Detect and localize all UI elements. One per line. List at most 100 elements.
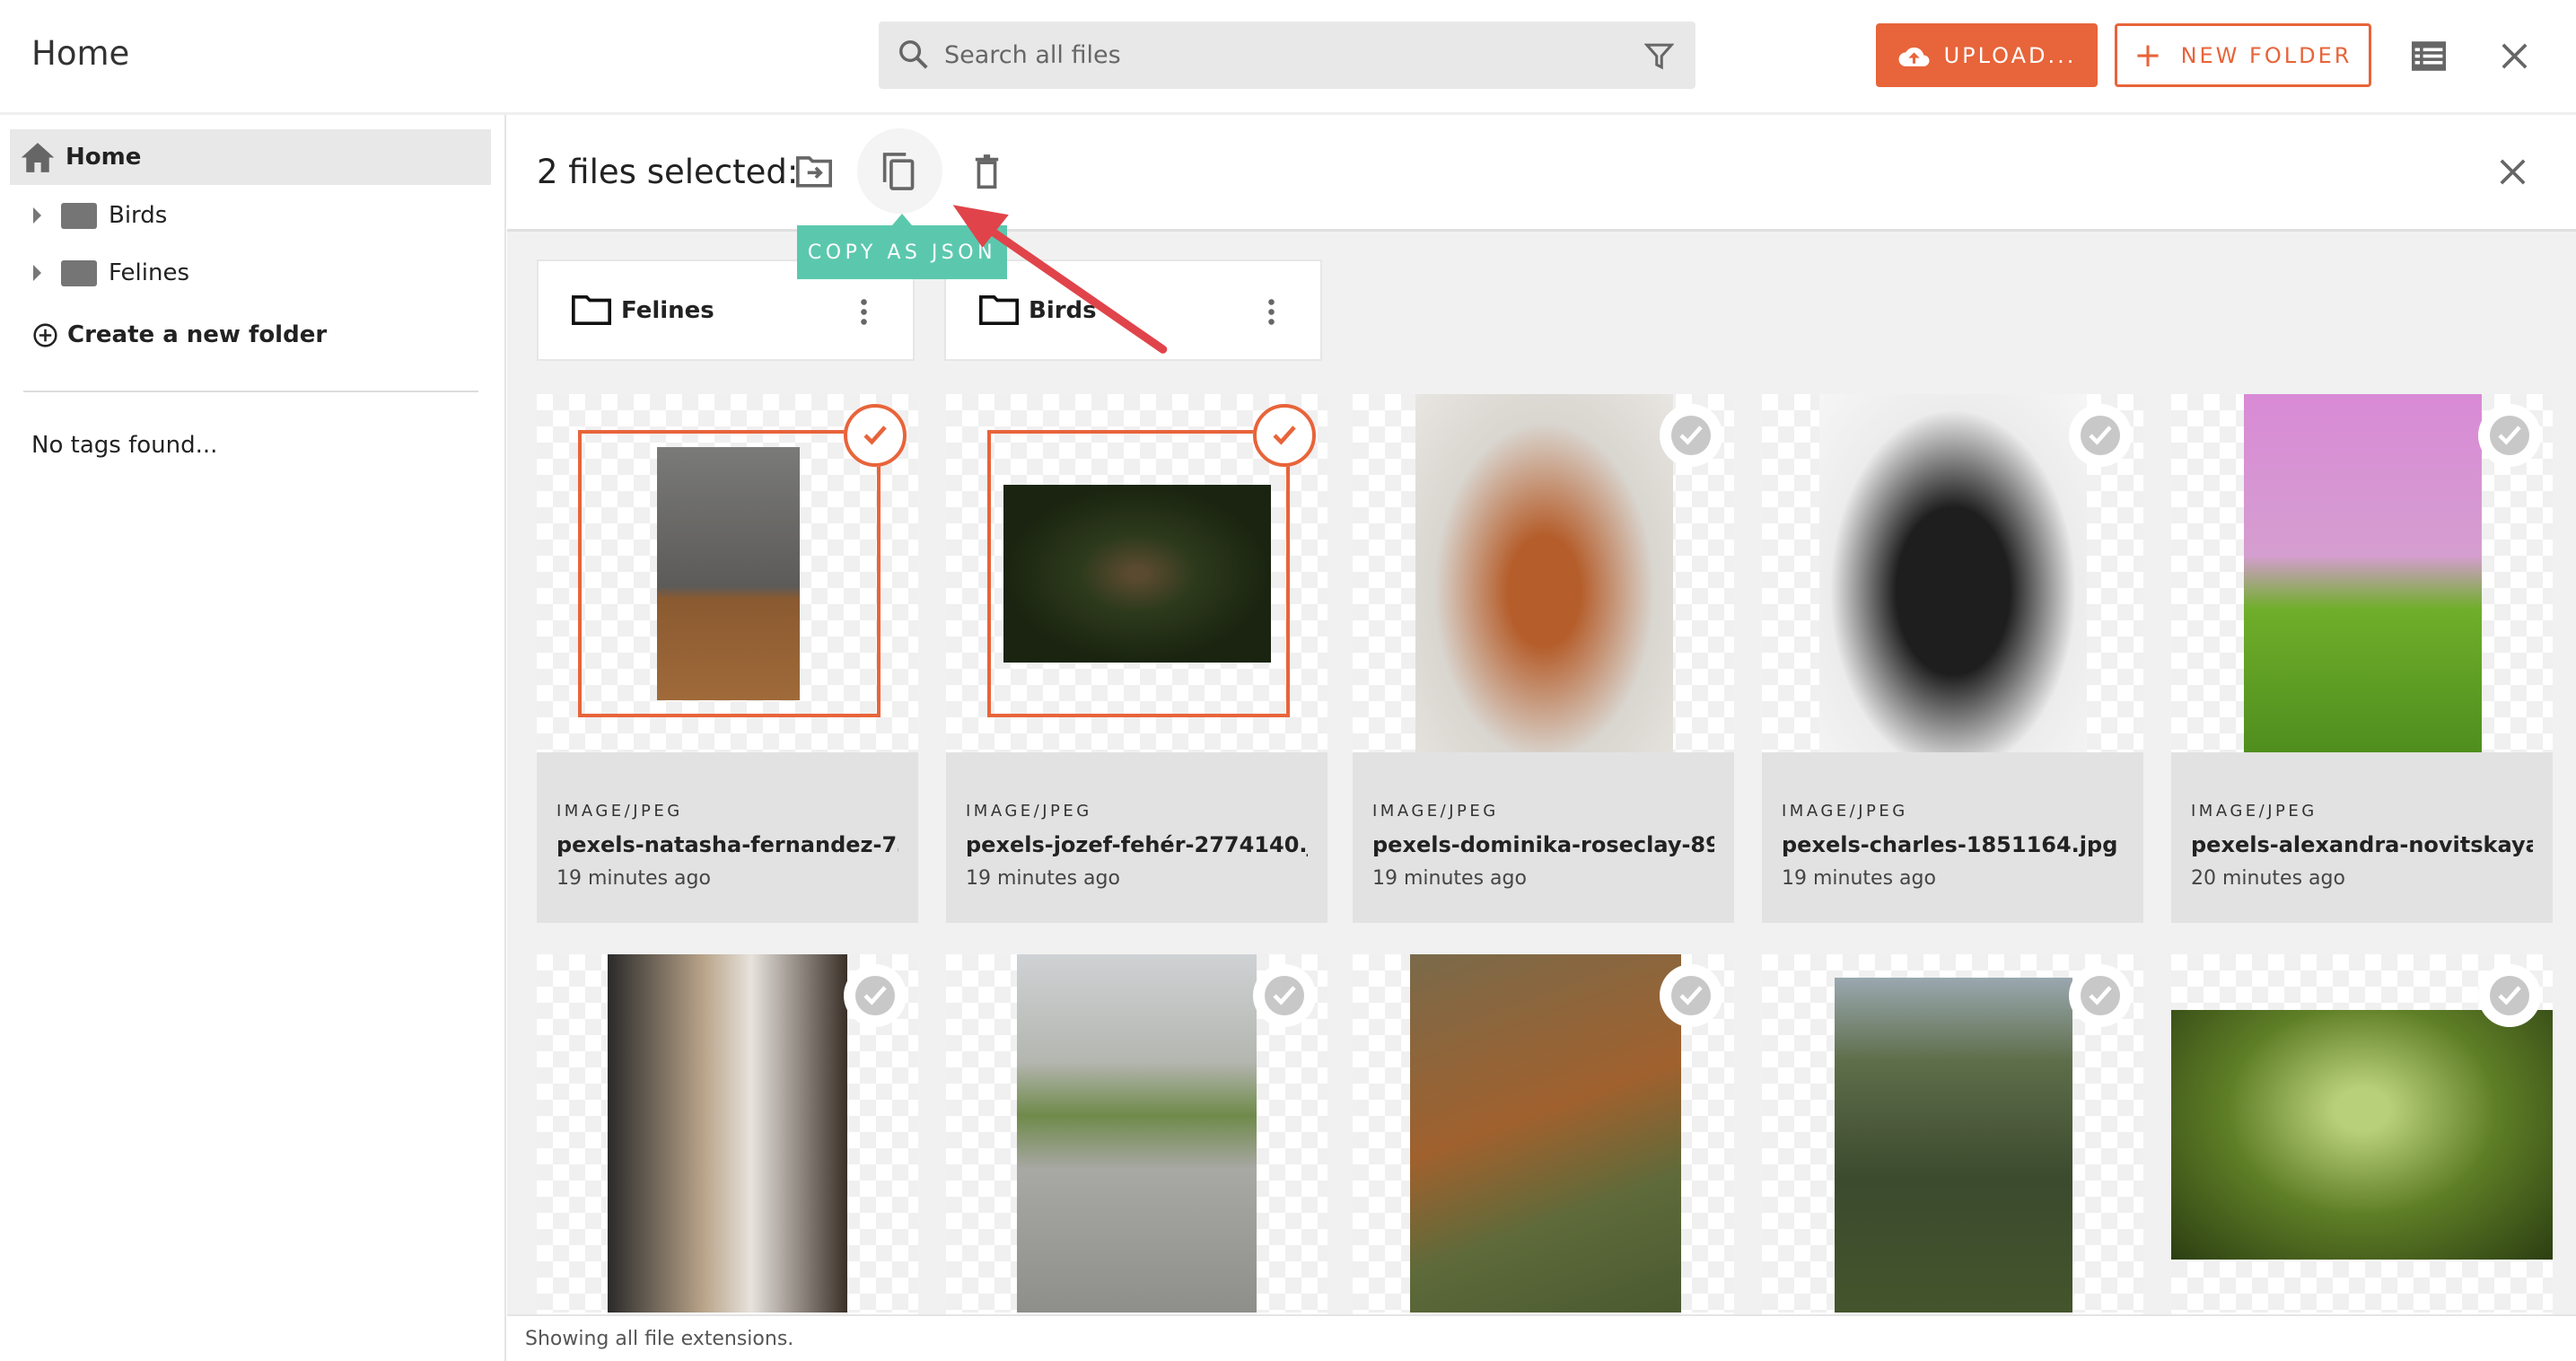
select-checkbox[interactable] (1660, 964, 1722, 1027)
file-name: pexels-charles-1851164.jpg (1782, 832, 2118, 857)
check-icon (2490, 416, 2529, 455)
more-options-icon[interactable] (1268, 297, 1275, 327)
photo (2244, 394, 2482, 752)
file-info: IMAGE/JPEG pexels-dominika-roseclay-8952.… (1353, 752, 1734, 923)
selection-outline (578, 430, 881, 717)
check-icon (1671, 976, 1711, 1015)
photo (2171, 1010, 2553, 1260)
file-card[interactable] (1762, 954, 2143, 1314)
selection-count: 2 files selected: (537, 153, 799, 191)
sidebar-item-label: Birds (109, 202, 168, 229)
file-name: pexels-natasha-fernandez-733... (556, 832, 898, 857)
folder-icon (572, 295, 611, 325)
file-thumbnail (1762, 954, 2143, 1313)
home-icon (21, 142, 55, 172)
move-to-folder-icon[interactable] (796, 154, 832, 188)
check-icon (2490, 976, 2529, 1015)
trash-icon[interactable] (974, 154, 1000, 190)
close-icon[interactable] (2502, 43, 2528, 69)
file-time: 20 minutes ago (2191, 867, 2345, 890)
file-card[interactable]: IMAGE/JPEG pexels-natasha-fernandez-733..… (537, 394, 918, 923)
sidebar: Home Birds Felines Create a new folder N… (0, 115, 506, 1361)
file-type: IMAGE/JPEG (1372, 802, 1499, 821)
file-card[interactable]: IMAGE/JPEG pexels-jozef-fehér-2774140.jpg… (946, 394, 1327, 923)
select-checkbox[interactable] (1660, 404, 1722, 467)
expand-icon[interactable] (33, 207, 41, 224)
select-checkbox[interactable] (1253, 964, 1316, 1027)
file-card[interactable]: IMAGE/JPEG pexels-alexandra-novitskaya-2.… (2171, 394, 2553, 923)
select-checkbox[interactable] (2478, 404, 2541, 467)
file-thumbnail (1353, 394, 1734, 752)
file-card[interactable] (1353, 954, 1734, 1314)
file-thumbnail (537, 954, 918, 1313)
select-checkbox[interactable] (2478, 964, 2541, 1027)
file-thumbnail (2171, 394, 2553, 752)
file-type: IMAGE/JPEG (2191, 802, 2318, 821)
select-checkbox[interactable] (1253, 404, 1316, 467)
select-checkbox[interactable] (844, 964, 907, 1027)
selection-toolbar: 2 files selected: (507, 115, 2576, 232)
check-icon (1671, 416, 1711, 455)
sidebar-item-birds[interactable]: Birds (10, 188, 491, 243)
sidebar-item-label: Home (66, 144, 142, 171)
photo (1415, 394, 1673, 752)
file-time: 19 minutes ago (966, 867, 1120, 890)
search-placeholder: Search all files (944, 41, 1121, 69)
new-folder-button[interactable]: + NEW FOLDER (2115, 23, 2371, 87)
select-checkbox[interactable] (2069, 404, 2132, 467)
photo (1835, 978, 2072, 1313)
status-bar: Showing all file extensions. (507, 1314, 2576, 1361)
more-options-icon[interactable] (861, 297, 867, 327)
photo (1819, 394, 2087, 752)
expand-icon[interactable] (33, 265, 41, 281)
clear-selection-icon[interactable] (2500, 159, 2526, 185)
copy-icon (882, 153, 915, 190)
select-checkbox[interactable] (844, 404, 907, 467)
file-card[interactable]: IMAGE/JPEG pexels-charles-1851164.jpg 19 m… (1762, 394, 2143, 923)
search-input[interactable]: Search all files (879, 22, 1695, 89)
search-icon (899, 40, 928, 69)
add-circle-icon (33, 322, 57, 347)
file-thumbnail (946, 954, 1327, 1313)
file-type: IMAGE/JPEG (966, 802, 1092, 821)
file-type: IMAGE/JPEG (1782, 802, 1908, 821)
upload-label: UPLOAD... (1943, 42, 2077, 68)
file-info: IMAGE/JPEG pexels-charles-1851164.jpg 19 m… (1762, 752, 2143, 923)
file-info: IMAGE/JPEG pexels-jozef-fehér-2774140.jpg… (946, 752, 1327, 923)
filter-icon[interactable] (1644, 41, 1674, 71)
folder-name: Felines (621, 296, 714, 324)
file-card[interactable] (2171, 954, 2553, 1314)
copy-json-button[interactable] (857, 128, 942, 214)
file-card[interactable] (946, 954, 1327, 1314)
file-time: 19 minutes ago (556, 867, 711, 890)
sidebar-item-home[interactable]: Home (10, 129, 491, 185)
file-card[interactable]: IMAGE/JPEG pexels-dominika-roseclay-8952.… (1353, 394, 1734, 923)
list-view-icon[interactable] (2412, 41, 2446, 71)
sidebar-item-label: Felines (109, 259, 189, 286)
check-icon (1265, 976, 1304, 1015)
photo (1017, 954, 1257, 1313)
file-thumbnail (2171, 954, 2553, 1313)
file-browser: Felines Birds IMAGE/JPEG pexels-natasha-f… (507, 232, 2576, 1314)
create-folder-link[interactable]: Create a new folder (10, 307, 491, 363)
file-card[interactable] (537, 954, 918, 1314)
page-title: Home (31, 34, 130, 73)
photo (608, 954, 847, 1313)
file-thumbnail (1762, 394, 2143, 752)
file-info: IMAGE/JPEG pexels-natasha-fernandez-733..… (537, 752, 918, 923)
annotation-arrow (952, 205, 1168, 354)
divider (23, 391, 478, 392)
sidebar-item-felines[interactable]: Felines (10, 245, 491, 301)
file-info: IMAGE/JPEG pexels-alexandra-novitskaya-2.… (2171, 752, 2553, 923)
file-thumbnail (946, 394, 1327, 752)
upload-button[interactable]: UPLOAD... (1876, 23, 2098, 87)
check-icon (855, 976, 895, 1015)
file-name: pexels-alexandra-novitskaya-2... (2191, 832, 2533, 857)
file-thumbnail (537, 394, 918, 752)
file-time: 19 minutes ago (1372, 867, 1527, 890)
create-folder-label: Create a new folder (67, 321, 328, 348)
check-icon (2081, 976, 2120, 1015)
file-type: IMAGE/JPEG (556, 802, 683, 821)
cloud-upload-icon (1898, 47, 1930, 66)
select-checkbox[interactable] (2069, 964, 2132, 1027)
